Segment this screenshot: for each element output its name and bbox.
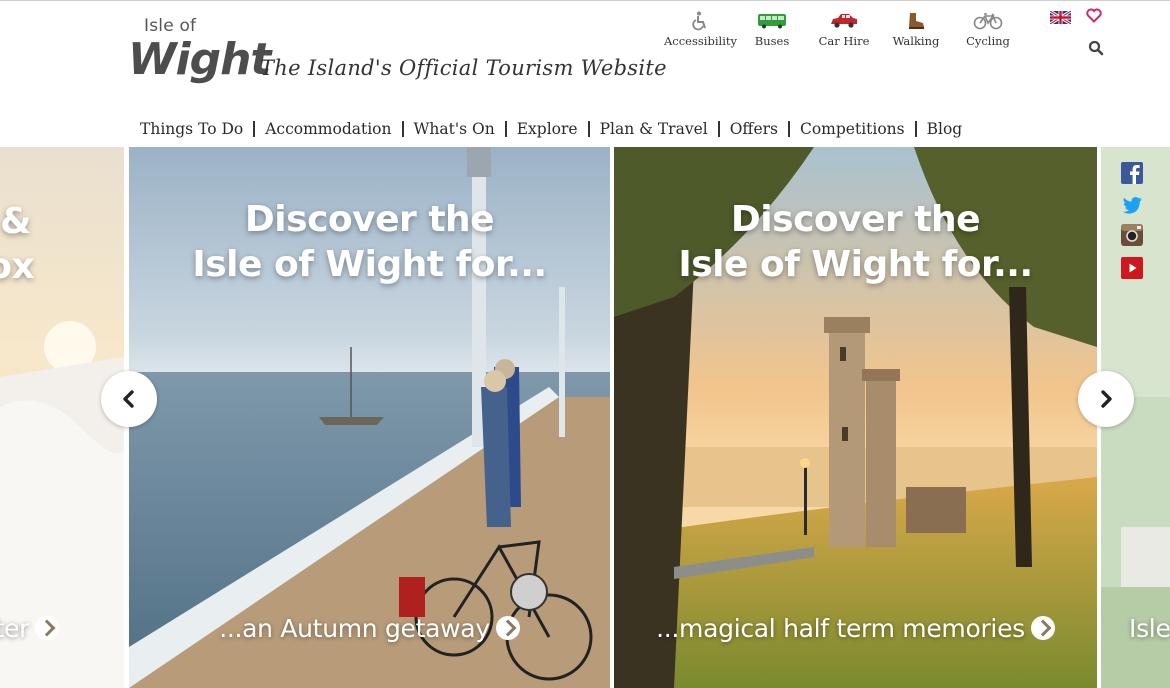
carousel-next-button[interactable] — [1078, 371, 1134, 427]
utility-label: Accessibility — [664, 34, 737, 48]
logo-big-text: Wight — [128, 34, 271, 85]
chevron-left-icon — [123, 390, 134, 408]
slide-cta-link[interactable]: Isle — [1129, 614, 1170, 643]
slide-heading-line2: box — [0, 246, 35, 287]
nav-competitions[interactable]: Competitions — [800, 120, 905, 138]
heart-icon[interactable] — [1086, 8, 1102, 23]
nav-divider — [504, 121, 507, 137]
carousel-slide-half-term[interactable]: Discover the Isle of Wight for... ...mag… — [614, 147, 1097, 688]
slide-cta-text: tter — [0, 614, 30, 643]
wheelchair-icon — [664, 10, 736, 32]
slide-heading-line2: Isle of Wight for... — [678, 244, 1033, 285]
slide-heading: & box — [0, 199, 124, 289]
isle-of-wight-logo[interactable]: Isle of Wight — [128, 14, 271, 96]
search-icon[interactable] — [1088, 40, 1104, 56]
facebook-icon[interactable] — [1121, 162, 1143, 184]
car-icon — [808, 10, 880, 32]
nav-things-to-do[interactable]: Things To Do — [140, 120, 243, 138]
nav-offers[interactable]: Offers — [730, 120, 778, 138]
youtube-icon[interactable] — [1121, 257, 1143, 279]
slide-cta-link[interactable]: ...an Autumn getaway — [129, 614, 610, 643]
uk-flag-icon[interactable] — [1049, 9, 1072, 26]
hero-carousel: & box tter — [0, 147, 1170, 688]
nav-whats-on[interactable]: What's On — [414, 120, 495, 138]
nav-accommodation[interactable]: Accommodation — [265, 120, 391, 138]
slide-cta-text: ...an Autumn getaway — [219, 614, 490, 643]
nav-plan-travel[interactable]: Plan & Travel — [600, 120, 708, 138]
slide-heading: Discover the Isle of Wight for... — [614, 197, 1097, 287]
nav-divider — [717, 121, 720, 137]
circle-arrow-right-icon — [1030, 616, 1055, 640]
slide-cta-text: Isle — [1129, 614, 1170, 643]
utility-label: Walking — [892, 34, 940, 48]
nav-divider — [787, 121, 790, 137]
utility-label: Car Hire — [818, 34, 870, 48]
site-tagline: The Island's Official Tourism Website — [260, 56, 667, 80]
boot-icon — [880, 10, 952, 32]
bus-icon — [736, 10, 808, 32]
utility-buses[interactable]: Buses — [736, 10, 808, 54]
circle-arrow-right-icon — [495, 616, 520, 640]
utility-accessibility[interactable]: Accessibility — [664, 10, 737, 54]
twitter-icon[interactable] — [1121, 194, 1143, 216]
slide-cta-link[interactable]: tter — [0, 614, 109, 643]
slide-heading-line1: & — [0, 201, 31, 242]
nav-blog[interactable]: Blog — [927, 120, 963, 138]
slide-heading-line2: Isle of Wight for... — [192, 244, 547, 285]
utility-links: Accessibility Buses Car Hire Walking Cyc… — [664, 10, 1024, 54]
nav-divider — [914, 121, 917, 137]
chevron-right-icon — [1101, 390, 1112, 408]
main-navigation: Things To Do Accommodation What's On Exp… — [140, 119, 962, 139]
utility-cycling[interactable]: Cycling — [952, 10, 1024, 54]
slide-cta-link[interactable]: ...magical half term memories — [614, 614, 1097, 643]
bicycle-icon — [952, 10, 1024, 32]
utility-car-hire[interactable]: Car Hire — [808, 10, 880, 54]
nav-divider — [587, 121, 590, 137]
carousel-slide-autumn-getaway[interactable]: Discover the Isle of Wight for... ...an … — [129, 147, 610, 688]
carousel-slide-partial-left[interactable]: & box tter — [0, 147, 124, 688]
top-border — [0, 0, 1170, 1]
carousel-prev-button[interactable] — [101, 371, 157, 427]
nav-divider — [253, 121, 256, 137]
slide-heading: Discover the Isle of Wight for... — [129, 197, 610, 287]
utility-walking[interactable]: Walking — [880, 10, 952, 54]
slide-heading-line1: Discover the — [730, 199, 981, 240]
logo-small-text: Isle of — [144, 16, 197, 36]
utility-label: Buses — [754, 34, 790, 48]
circle-arrow-right-icon — [35, 616, 60, 640]
nav-divider — [401, 121, 404, 137]
slide-cta-text: ...magical half term memories — [656, 614, 1025, 643]
instagram-icon[interactable] — [1121, 224, 1143, 246]
nav-explore[interactable]: Explore — [517, 120, 578, 138]
utility-label: Cycling — [966, 34, 1010, 48]
slide-heading-line1: Discover the — [244, 199, 495, 240]
